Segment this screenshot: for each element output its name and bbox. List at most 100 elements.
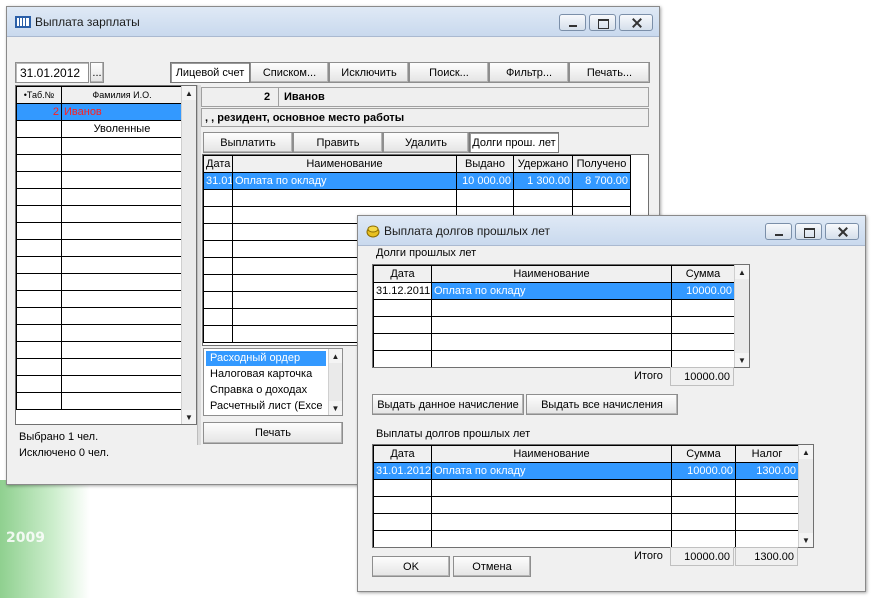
column-header-num[interactable]: •Таб.№ — [16, 86, 62, 104]
person-status: , , резидент, основное место работы — [205, 112, 405, 124]
scroll-down-icon[interactable]: ▼ — [799, 533, 813, 547]
paid-table[interactable]: Дата Наименование Сумма Налог 31.01.2012… — [372, 444, 814, 548]
paid-scrollbar[interactable]: ▲ ▼ — [798, 445, 813, 547]
person-num: 2 — [264, 91, 271, 103]
column-header-date[interactable]: Дата — [373, 445, 432, 463]
payment-date: 31.01 — [203, 172, 233, 190]
debts-total: 10000.00 — [670, 367, 734, 386]
employee-list[interactable]: •Таб.№ Фамилия И.О. 2 Иванов Уволенные ▲… — [15, 85, 197, 425]
column-header-withheld[interactable]: Удержано — [513, 155, 573, 173]
column-header-title[interactable]: Наименование — [431, 445, 672, 463]
paid-date: 31.01.2012 — [373, 462, 432, 480]
paid-tax: 1300.00 — [735, 462, 799, 480]
debt-title: Оплата по окладу — [431, 282, 672, 300]
report-item-income-statement[interactable]: Справка о доходах — [206, 383, 307, 398]
dialog-icon — [366, 225, 380, 238]
filter-button[interactable]: Фильтр... — [489, 62, 569, 83]
debts-total-label: Итого — [634, 370, 663, 382]
title-bar[interactable]: Выплата зарплаты — [7, 7, 659, 37]
payment-title: Оплата по окладу — [232, 172, 457, 190]
date-field[interactable]: 31.01.2012 — [15, 62, 89, 83]
issue-selected-button[interactable]: Выдать данное начисление — [372, 394, 524, 415]
close-button[interactable] — [825, 223, 859, 240]
debts-scrollbar[interactable]: ▲ ▼ — [734, 265, 749, 367]
ok-button[interactable]: OK — [372, 556, 450, 577]
column-header-name[interactable]: Фамилия И.О. — [61, 86, 183, 104]
column-header-title[interactable]: Наименование — [232, 155, 457, 173]
maximize-button[interactable] — [589, 14, 616, 31]
paid-total-label: Итого — [634, 550, 663, 562]
debt-sum: 10000.00 — [671, 282, 735, 300]
column-header-sum[interactable]: Сумма — [671, 445, 736, 463]
employee-num: 2 — [16, 103, 62, 121]
payment-withheld: 1 300.00 — [513, 172, 573, 190]
close-button[interactable] — [619, 14, 653, 31]
minimize-button[interactable] — [559, 14, 586, 31]
debts-table[interactable]: Дата Наименование Сумма 31.12.2011 Оплат… — [372, 264, 750, 368]
column-header-title[interactable]: Наименование — [431, 265, 672, 283]
delete-button[interactable]: Удалить — [383, 132, 469, 153]
report-item-cash-order[interactable]: Расходный ордер — [206, 351, 326, 366]
selected-count: Выбрано 1 чел. — [19, 431, 99, 443]
employee-scrollbar[interactable]: ▲ ▼ — [181, 86, 196, 424]
employee-name: Иванов — [61, 103, 183, 121]
app-icon — [15, 16, 31, 28]
dialog-title-bar[interactable]: Выплата долгов прошлых лет — [358, 216, 865, 246]
scroll-up-icon[interactable]: ▲ — [182, 86, 196, 100]
list-button[interactable]: Списком... — [250, 62, 329, 83]
dialog-title: Выплата долгов прошлых лет — [384, 224, 551, 238]
scroll-down-icon[interactable]: ▼ — [182, 410, 196, 424]
exclude-button[interactable]: Исключить — [329, 62, 409, 83]
report-item-tax-card[interactable]: Налоговая карточка — [206, 367, 312, 382]
person-status-bar: , , резидент, основное место работы — [201, 108, 649, 127]
report-scrollbar[interactable]: ▲ ▼ — [328, 349, 342, 415]
edit-button[interactable]: Править — [293, 132, 383, 153]
past-debts-button[interactable]: Долги прош. лет — [469, 132, 559, 153]
past-debts-dialog: Выплата долгов прошлых лет Долги прошлых… — [357, 215, 866, 592]
payment-row[interactable]: 31.01 Оплата по окладу 10 000.00 1 300.0… — [203, 172, 631, 190]
group-label: Уволенные — [61, 120, 183, 138]
scroll-up-icon[interactable]: ▲ — [329, 349, 342, 363]
paid-label: Выплаты долгов прошлых лет — [376, 428, 531, 440]
issue-all-button[interactable]: Выдать все начисления — [526, 394, 678, 415]
paid-sum: 10000.00 — [671, 462, 736, 480]
paid-title: Оплата по окладу — [431, 462, 672, 480]
maximize-button[interactable] — [795, 223, 822, 240]
column-header-tax[interactable]: Налог — [735, 445, 799, 463]
report-item-payslip[interactable]: Расчетный лист (Exce — [206, 399, 322, 414]
paid-row[interactable]: 31.01.2012 Оплата по окладу 10000.00 130… — [373, 462, 799, 480]
debt-row[interactable]: 31.12.2011 Оплата по окладу 10000.00 — [373, 282, 735, 300]
print-menu-button[interactable]: Печать... — [569, 62, 650, 83]
pay-button[interactable]: Выплатить — [203, 132, 293, 153]
payment-received: 8 700.00 — [572, 172, 631, 190]
column-header-received[interactable]: Получено — [572, 155, 631, 173]
paid-total-tax: 1300.00 — [735, 547, 798, 566]
debt-date: 31.12.2011 — [373, 282, 432, 300]
payment-issued: 10 000.00 — [456, 172, 514, 190]
scroll-down-icon[interactable]: ▼ — [735, 353, 749, 367]
minimize-button[interactable] — [765, 223, 792, 240]
cancel-button[interactable]: Отмена — [453, 556, 531, 577]
person-name: Иванов — [284, 91, 325, 103]
debts-label: Долги прошлых лет — [376, 247, 477, 259]
tab-account[interactable]: Лицевой счет — [170, 62, 250, 83]
employee-row[interactable]: 2 Иванов — [16, 103, 183, 121]
group-row[interactable]: Уволенные — [16, 120, 183, 138]
report-list[interactable]: Расходный ордер Налоговая карточка Справ… — [203, 348, 343, 416]
paid-total-sum: 10000.00 — [670, 547, 734, 566]
excluded-count: Исключено 0 чел. — [19, 447, 109, 459]
scroll-down-icon[interactable]: ▼ — [329, 401, 342, 415]
column-header-date[interactable]: Дата — [203, 155, 233, 173]
print-button[interactable]: Печать — [203, 422, 343, 444]
search-button[interactable]: Поиск... — [409, 62, 489, 83]
column-header-date[interactable]: Дата — [373, 265, 432, 283]
date-picker-button[interactable]: ... — [90, 62, 104, 83]
column-header-sum[interactable]: Сумма — [671, 265, 735, 283]
window-title: Выплата зарплаты — [35, 15, 140, 29]
desktop-year-label: 2009 — [6, 530, 45, 546]
column-header-issued[interactable]: Выдано — [456, 155, 514, 173]
scroll-up-icon[interactable]: ▲ — [799, 445, 813, 459]
scroll-up-icon[interactable]: ▲ — [735, 265, 749, 279]
person-header: 2 Иванов — [201, 87, 649, 107]
splitter[interactable] — [197, 85, 201, 445]
